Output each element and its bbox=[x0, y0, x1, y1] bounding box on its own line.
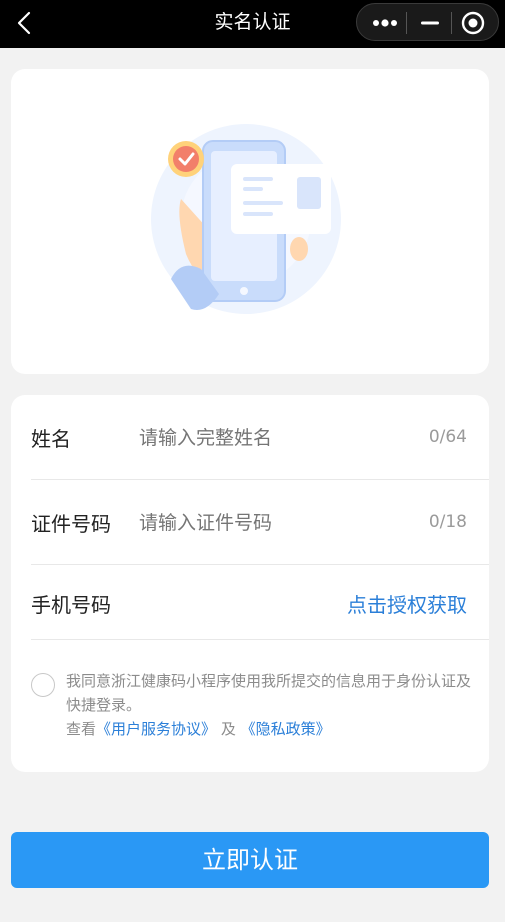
minimize-icon[interactable] bbox=[418, 11, 442, 35]
agreement-links-line: 查看《用户服务协议》 及 《隐私政策》 bbox=[66, 717, 471, 741]
submit-verification-button[interactable]: 立即认证 bbox=[11, 832, 489, 888]
phone-row: 手机号码 点击授权获取 bbox=[31, 589, 489, 619]
agreement-checkbox[interactable] bbox=[31, 673, 55, 697]
privacy-policy-link[interactable]: 《隐私政策》 bbox=[241, 720, 331, 738]
verification-form: 姓名 0/64 证件号码 0/18 手机号码 点击授权获取 我同意浙江健康码小程… bbox=[11, 395, 489, 772]
close-target-icon[interactable] bbox=[460, 10, 486, 36]
name-char-counter: 0/64 bbox=[428, 427, 467, 447]
name-input[interactable] bbox=[139, 423, 399, 453]
divider bbox=[31, 564, 489, 565]
id-number-label: 证件号码 bbox=[31, 512, 111, 536]
authorize-phone-link[interactable]: 点击授权获取 bbox=[347, 589, 467, 618]
and-text: 及 bbox=[220, 720, 236, 738]
illustration-card bbox=[11, 69, 489, 374]
agreement-text: 我同意浙江健康码小程序使用我所提交的信息用于身份认证及快捷登录。 查看《用户服务… bbox=[66, 669, 471, 741]
view-prefix: 查看 bbox=[66, 720, 97, 738]
divider bbox=[31, 479, 489, 480]
name-row: 姓名 0/64 bbox=[31, 423, 489, 453]
name-label: 姓名 bbox=[31, 427, 71, 451]
nav-bar: 实名认证 bbox=[0, 0, 505, 48]
capsule-divider bbox=[406, 12, 407, 34]
divider bbox=[31, 639, 489, 640]
user-agreement-link[interactable]: 《用户服务协议》 bbox=[96, 720, 216, 738]
id-number-row: 证件号码 0/18 bbox=[31, 508, 489, 538]
id-number-char-counter: 0/18 bbox=[428, 512, 467, 532]
agreement-statement: 我同意浙江健康码小程序使用我所提交的信息用于身份认证及快捷登录。 bbox=[66, 672, 472, 714]
mini-program-capsule bbox=[356, 3, 499, 41]
phone-label: 手机号码 bbox=[31, 593, 111, 617]
id-number-input[interactable] bbox=[139, 508, 399, 538]
capsule-divider bbox=[451, 12, 452, 34]
more-icon[interactable] bbox=[371, 11, 399, 35]
id-verification-illustration bbox=[151, 124, 341, 314]
